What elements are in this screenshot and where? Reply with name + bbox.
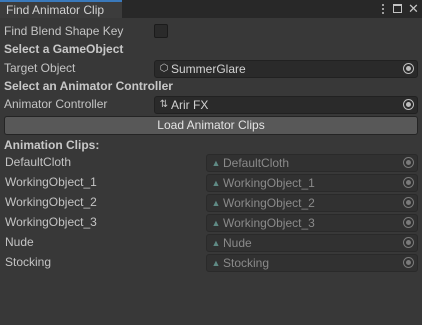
object-picker-icon[interactable] (403, 63, 414, 74)
clip-field[interactable]: ▲ Stocking (206, 254, 418, 272)
object-picker-icon[interactable] (403, 237, 414, 248)
load-animator-clips-button[interactable]: Load Animator Clips (4, 116, 418, 135)
object-picker-icon[interactable] (403, 257, 414, 268)
clip-field[interactable]: ▲ Nude (206, 234, 418, 252)
clips-heading-row: Animation Clips: (0, 136, 422, 154)
clip-name: WorkingObject_2 (5, 195, 97, 209)
window-title-bar: Find Animator Clip ✕ (0, 0, 422, 18)
target-object-field[interactable]: ⬡ SummerGlare (154, 60, 418, 78)
clip-value: Stocking (223, 256, 270, 270)
gameobject-cube-icon: ⬡ (159, 63, 169, 74)
clip-name: Stocking (5, 255, 52, 269)
animation-clip-icon: ▲ (211, 178, 221, 188)
clip-name: WorkingObject_3 (5, 215, 97, 229)
close-icon[interactable]: ✕ (408, 2, 419, 16)
list-item: Stocking ▲ Stocking (0, 253, 422, 272)
window-controls: ✕ (378, 1, 419, 17)
object-picker-icon[interactable] (403, 177, 414, 188)
window-tab-title: Find Animator Clip (6, 3, 105, 17)
blend-shape-checkbox[interactable] (154, 24, 168, 38)
animation-clip-icon: ▲ (211, 238, 221, 248)
animator-controller-value: Arir FX (171, 98, 209, 112)
clip-field[interactable]: ▲ WorkingObject_1 (206, 174, 418, 192)
list-item: WorkingObject_1 ▲ WorkingObject_1 (0, 173, 422, 192)
animation-clip-icon: ▲ (211, 258, 221, 268)
animation-clip-icon: ▲ (211, 158, 221, 168)
clip-field[interactable]: ▲ DefaultCloth (206, 154, 418, 172)
object-picker-icon[interactable] (403, 99, 414, 110)
target-object-label: Target Object (4, 61, 76, 75)
animator-controller-icon: ⇅ (159, 99, 169, 110)
window-tab[interactable]: Find Animator Clip (0, 0, 122, 18)
kebab-menu-icon[interactable] (378, 2, 388, 16)
clip-value: DefaultCloth (223, 156, 290, 170)
clip-field[interactable]: ▲ WorkingObject_2 (206, 194, 418, 212)
object-picker-icon[interactable] (403, 197, 414, 208)
clip-value: WorkingObject_3 (223, 216, 315, 230)
controller-section-heading: Select an Animator Controller (4, 79, 173, 93)
clips-section-heading: Animation Clips: (4, 138, 100, 152)
clip-value: WorkingObject_2 (223, 196, 315, 210)
clip-name: WorkingObject_1 (5, 175, 97, 189)
blend-shape-label: Find Blend Shape Key (4, 24, 124, 38)
animator-controller-label: Animator Controller (4, 97, 108, 111)
maximize-button[interactable] (393, 2, 403, 16)
animator-controller-row: Animator Controller ⇅ Arir FX (0, 95, 422, 114)
clip-name: Nude (5, 235, 34, 249)
object-picker-icon[interactable] (403, 157, 414, 168)
target-object-value: SummerGlare (171, 62, 246, 76)
clip-field[interactable]: ▲ WorkingObject_3 (206, 214, 418, 232)
gameobject-heading-row: Select a GameObject (0, 40, 422, 58)
animation-clip-icon: ▲ (211, 218, 221, 228)
maximize-icon (393, 4, 402, 13)
list-item: WorkingObject_2 ▲ WorkingObject_2 (0, 193, 422, 212)
clip-value: WorkingObject_1 (223, 176, 315, 190)
blend-shape-row: Find Blend Shape Key (0, 22, 422, 40)
animator-controller-field[interactable]: ⇅ Arir FX (154, 96, 418, 114)
list-item: WorkingObject_3 ▲ WorkingObject_3 (0, 213, 422, 232)
animation-clip-icon: ▲ (211, 198, 221, 208)
target-object-row: Target Object ⬡ SummerGlare (0, 59, 422, 78)
gameobject-section-heading: Select a GameObject (4, 42, 124, 56)
clip-value: Nude (223, 236, 252, 250)
list-item: Nude ▲ Nude (0, 233, 422, 252)
clip-name: DefaultCloth (5, 155, 72, 169)
list-item: DefaultCloth ▲ DefaultCloth (0, 153, 422, 172)
controller-heading-row: Select an Animator Controller (0, 77, 422, 95)
object-picker-icon[interactable] (403, 217, 414, 228)
